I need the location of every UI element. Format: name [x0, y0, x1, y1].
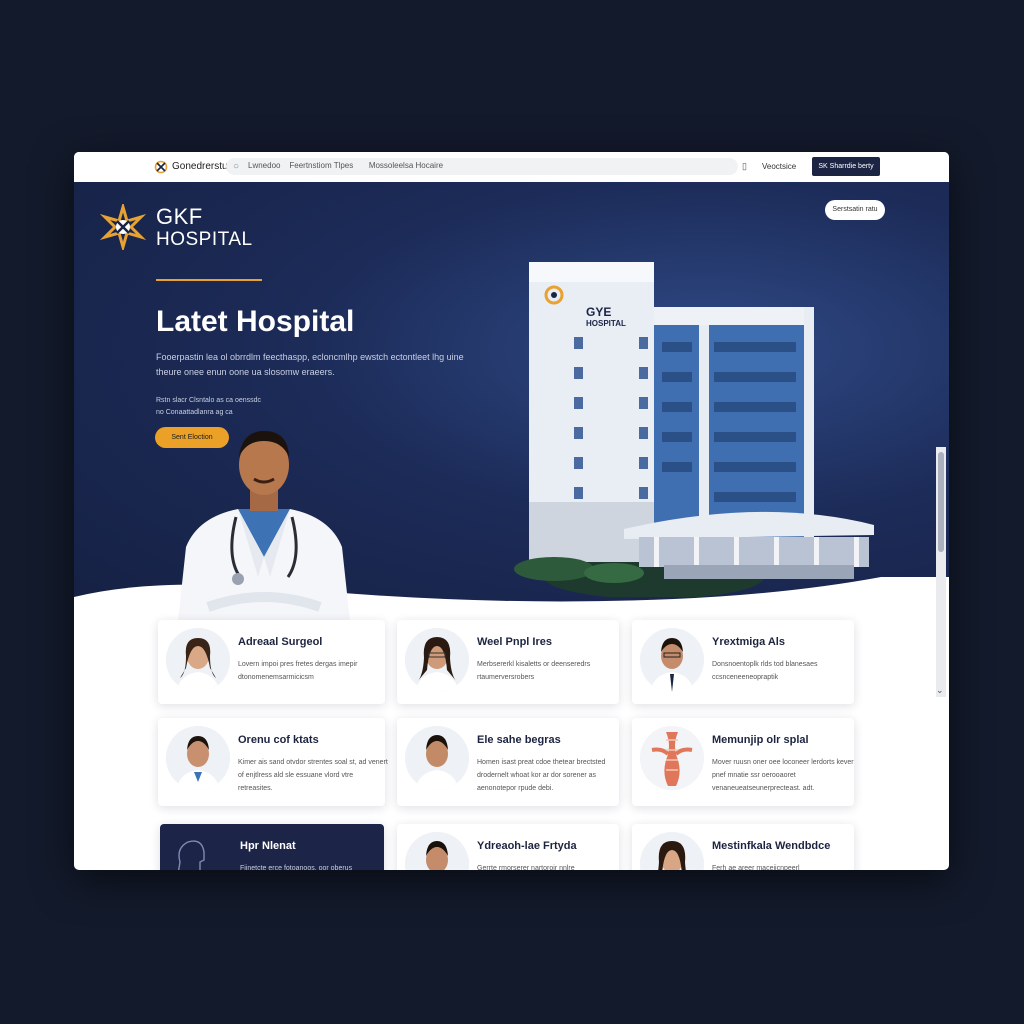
card-description: Mover ruusn oner oee loconeer lerdorts k… — [712, 759, 854, 792]
header-button[interactable]: SK Sharrdie berty — [812, 157, 880, 176]
hero-description: Fooerpastin lea ol obrrdlm feecthaspp, e… — [156, 352, 464, 377]
card-title: Ydreaoh-lae Frtyda — [477, 840, 577, 852]
search-bar[interactable]: ○ Lwnedoo Feertnstiom Tlpes Mossoleelsa … — [226, 158, 738, 175]
hospital-building-image — [514, 262, 874, 597]
service-card[interactable]: Mestinfkala Wendbdce Ferh ae areer macei… — [632, 824, 854, 870]
card-title: Hpr Nlenat — [240, 840, 296, 852]
doctor-avatar-icon — [405, 628, 469, 692]
brand-line-1: GKF — [156, 204, 203, 229]
brand-line-2: HOSPITAL — [156, 229, 253, 250]
chevron-down-icon[interactable]: ⌄ — [936, 685, 944, 696]
service-card[interactable]: Orenu cof ktats Kimer ais sand otvdor st… — [158, 718, 388, 806]
service-card[interactable]: Hpr Nlenat Fiinetcte erce fotoanoos, oor… — [160, 824, 384, 870]
card-title: Ele sahe begras — [477, 734, 561, 746]
hero-title: Latet Hospital — [156, 305, 355, 338]
card-description: Fiinetcte erce fotoanoos, oor oberus — [240, 865, 353, 870]
building-sign: GYE HOSPITAL — [586, 305, 626, 328]
brand-logo-icon[interactable] — [154, 160, 168, 174]
hero-pill-button[interactable]: Serstsatin ratu — [825, 200, 885, 220]
scrollbar-thumb[interactable] — [938, 452, 944, 552]
accent-divider — [156, 279, 262, 281]
top-bar: Gonedrerstu ○ Lwnedoo Feertnstiom Tlpes … — [74, 152, 949, 183]
card-description: Kimer ais sand otvdor strentes soal st, … — [238, 759, 388, 792]
service-card[interactable]: Ele sahe begras Homen isast preat cdoe t… — [397, 718, 619, 806]
card-description: Gerrte rmorserer nartoroir nnlre — [477, 865, 575, 870]
hero-section: GKF HOSPITAL Latet Hospital Fooerpastin … — [74, 182, 949, 637]
doctor-avatar-icon — [640, 832, 704, 870]
doctor-avatar-icon — [640, 628, 704, 692]
search-icon: ○ — [233, 161, 240, 172]
spine-icon — [640, 726, 704, 790]
doctor-avatar-icon — [405, 726, 469, 790]
hero-meta: Rstn slacr Clsntalo as ca oenssdc no Con… — [156, 397, 262, 416]
search-text: Lwnedoo Feertnstiom Tlpes Mossoleelsa Ho… — [248, 161, 444, 170]
card-description: Homen isast preat cdoe thetear brectsted… — [477, 759, 606, 792]
browser-window: Gonedrerstu ○ Lwnedoo Feertnstiom Tlpes … — [74, 152, 949, 870]
lock-icon[interactable]: ▯ — [742, 161, 747, 172]
doctor-portrait-image — [178, 431, 350, 621]
doctor-avatar-icon — [166, 628, 230, 692]
card-title: Mestinfkala Wendbdce — [712, 840, 831, 852]
card-title: Yrextmiga Als — [712, 636, 785, 648]
service-card[interactable]: Ydreaoh-lae Frtyda Gerrte rmorserer nart… — [397, 824, 619, 870]
card-title: Orenu cof ktats — [238, 734, 319, 746]
doctor-avatar-icon — [405, 832, 469, 870]
card-description: Donsnoentoplk rlds tod blanesaes ccsncen… — [712, 661, 818, 681]
head-outline-icon — [177, 840, 205, 870]
card-description: Ferh ae areer maceiicnpeerl — [712, 865, 800, 870]
service-card[interactable]: Yrextmiga Als Donsnoentoplk rlds tod bla… — [632, 620, 854, 704]
nav-link[interactable]: Veoctsice — [762, 162, 796, 171]
card-description: Lovern impoi pres fretes dergas imepir d… — [238, 661, 358, 681]
card-title: Weel Pnpl Ires — [477, 636, 552, 648]
doctor-avatar-icon — [166, 726, 230, 790]
hospital-logo-icon — [100, 204, 146, 250]
service-card[interactable]: Memunjip olr splal Mover ruusn oner oee … — [632, 718, 854, 806]
card-title: Adreaal Surgeol — [238, 636, 323, 648]
service-card[interactable]: Weel Pnpl Ires Merbsererkl kisaletts or … — [397, 620, 619, 704]
card-title: Memunjip olr splal — [712, 734, 809, 746]
brand-name[interactable]: Gonedrerstu — [172, 161, 228, 172]
service-card[interactable]: Adreaal Surgeol Lovern impoi pres fretes… — [158, 620, 385, 704]
card-description: Merbsererkl kisaletts or deenseredrs rta… — [477, 661, 591, 681]
